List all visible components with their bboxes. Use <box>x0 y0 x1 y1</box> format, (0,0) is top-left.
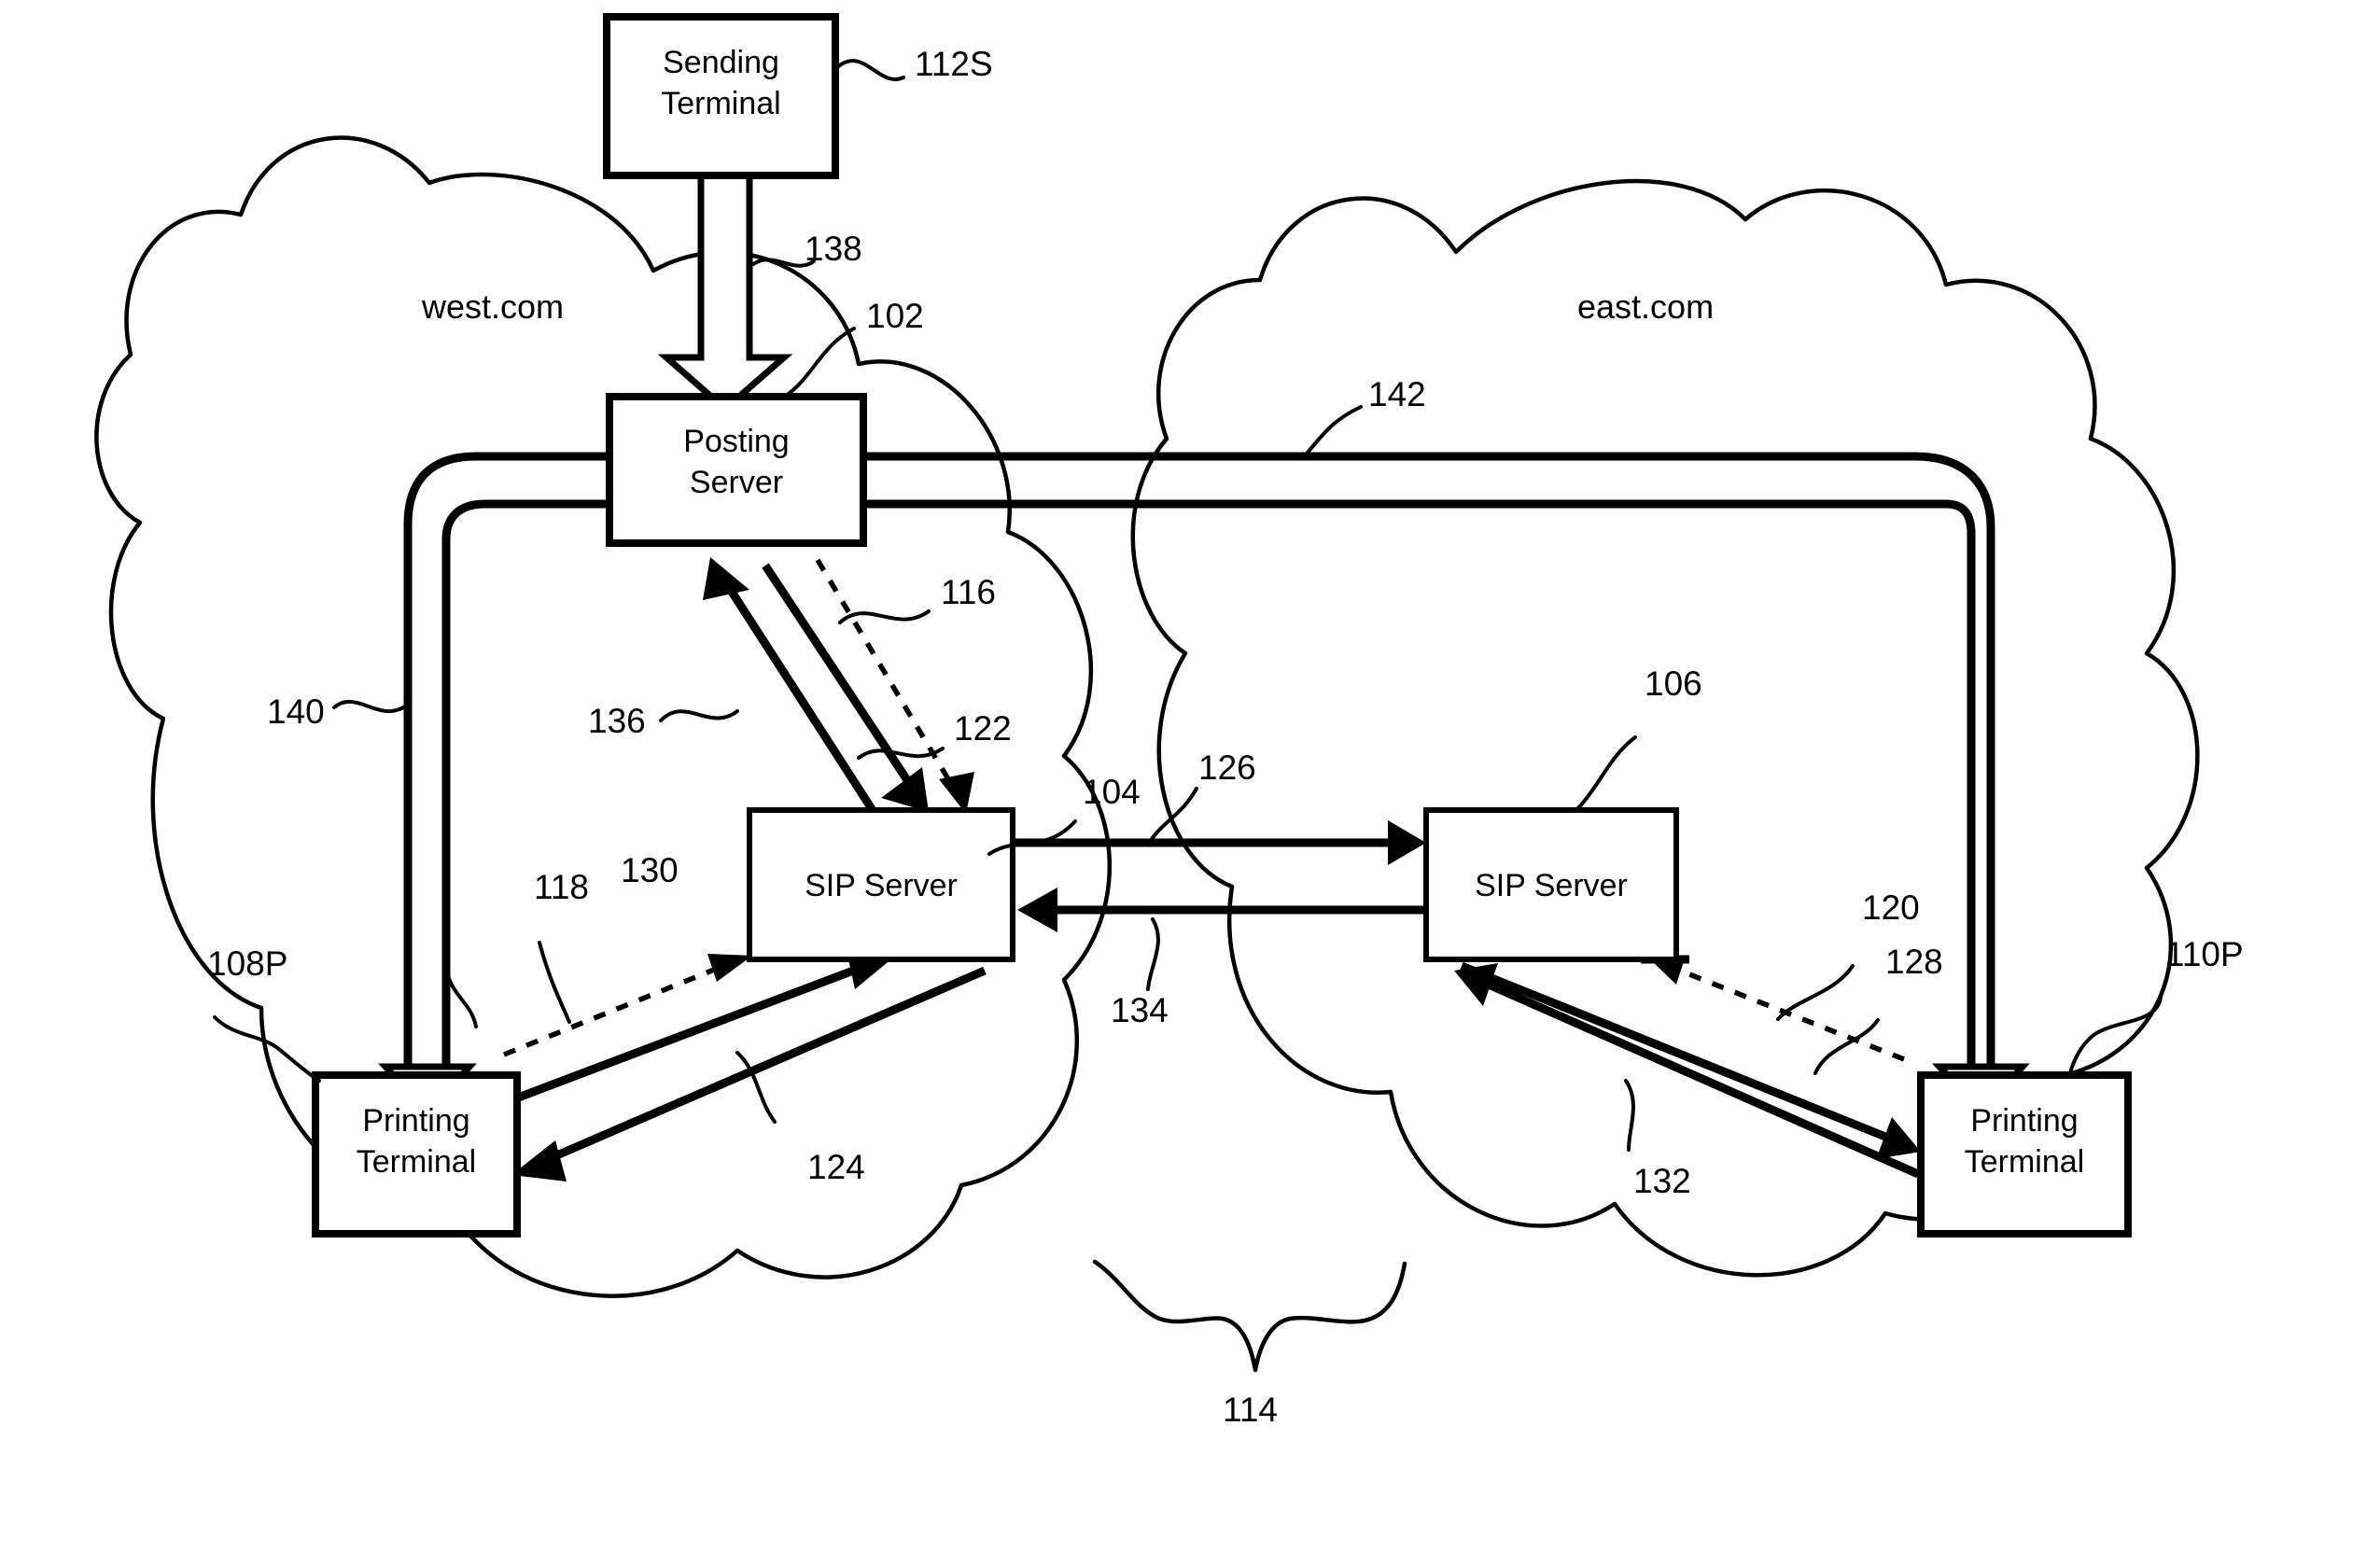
ref-116: 116 <box>941 573 996 611</box>
ref-118: 118 <box>534 868 589 906</box>
network-brace <box>1092 1259 1407 1373</box>
sip-server-west-box[interactable] <box>747 807 1015 962</box>
ref-138: 138 <box>805 230 862 268</box>
ref-128: 128 <box>1885 943 1943 981</box>
ref-140: 140 <box>267 692 325 731</box>
ref-106: 106 <box>1645 664 1702 703</box>
ref-112S: 112S <box>915 45 993 83</box>
ref-122: 122 <box>954 709 1012 748</box>
leader-134 <box>1146 917 1160 991</box>
leader-112S <box>835 59 905 81</box>
ref-130: 130 <box>621 851 679 889</box>
west-domain-label: west.com <box>422 287 565 326</box>
ref-132: 132 <box>1633 1162 1691 1200</box>
ref-142: 142 <box>1368 375 1426 413</box>
sending-terminal-box[interactable] <box>603 13 839 179</box>
ref-136: 136 <box>588 702 646 740</box>
diagram-svg <box>94 13 2200 1373</box>
ref-110P: 110P <box>2165 935 2244 973</box>
printing-terminal-east-box[interactable] <box>1917 1071 2132 1237</box>
printing-terminal-west-box[interactable] <box>312 1071 521 1237</box>
ref-104: 104 <box>1083 773 1141 811</box>
posting-server-box[interactable] <box>606 393 867 547</box>
ref-134: 134 <box>1111 991 1169 1029</box>
figure-canvas: Sending Terminal Posting Server SIP Serv… <box>0 0 2380 1566</box>
ref-126: 126 <box>1198 748 1256 787</box>
sip-server-east-box[interactable] <box>1423 807 1679 962</box>
east-domain-label: east.com <box>1577 287 1715 326</box>
ref-108P: 108P <box>207 944 288 983</box>
ref-114: 114 <box>1223 1391 1278 1429</box>
ref-120: 120 <box>1862 888 1920 927</box>
ref-124: 124 <box>807 1148 865 1186</box>
ref-102: 102 <box>866 297 924 335</box>
